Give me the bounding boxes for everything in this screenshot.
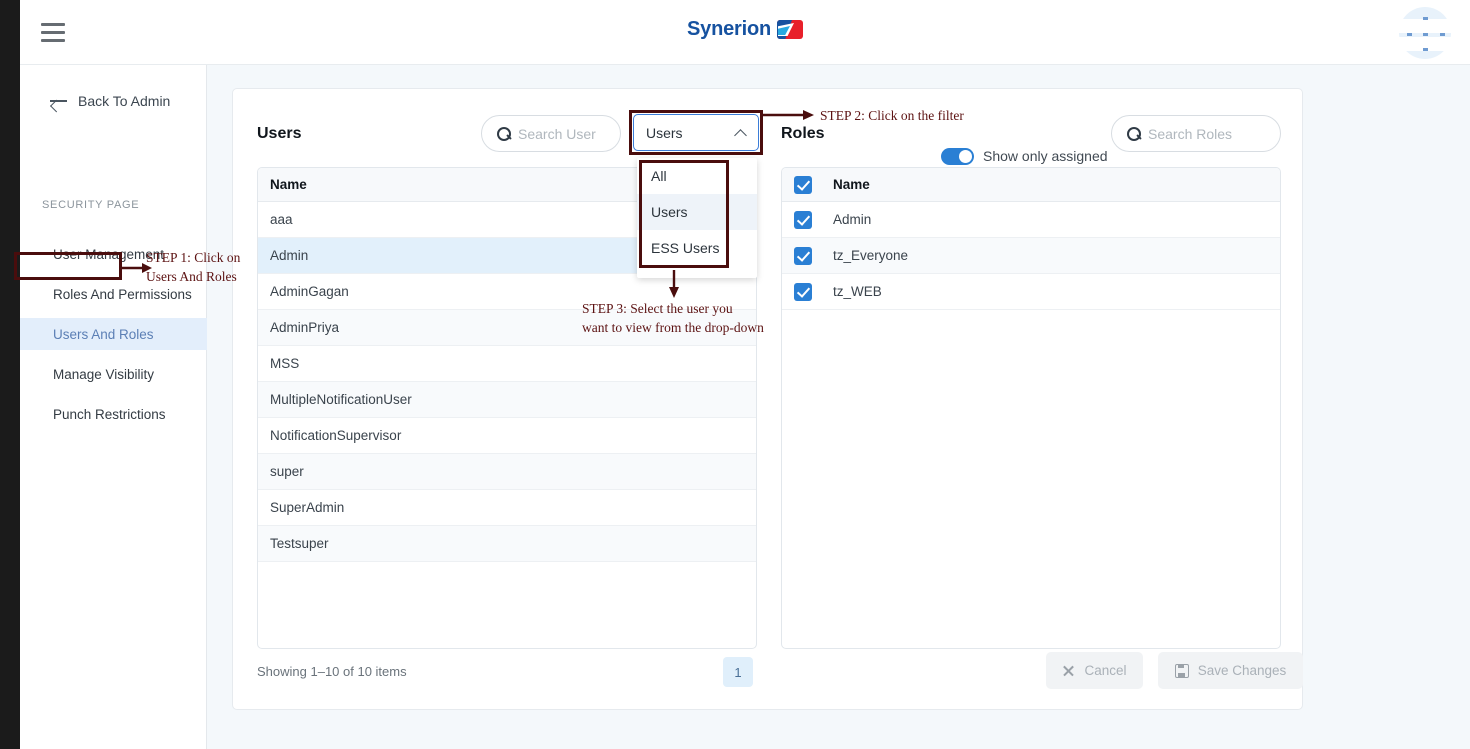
page-number: 1 — [734, 664, 742, 680]
filter-option-all[interactable]: All — [637, 158, 757, 194]
user-type-filter-select[interactable]: Users — [633, 114, 759, 151]
save-changes-button[interactable]: Save Changes — [1158, 652, 1303, 689]
roles-panel-title: Roles — [781, 125, 825, 142]
search-icon — [497, 126, 511, 141]
table-row[interactable]: tz_Everyone — [782, 238, 1280, 274]
filter-option-label: Users — [651, 204, 688, 220]
close-x-icon — [1062, 664, 1075, 677]
sidebar-item-manage-visibility[interactable]: Manage Visibility — [20, 358, 207, 390]
table-row[interactable]: NotificationSupervisor — [258, 418, 756, 454]
table-row[interactable]: super — [258, 454, 756, 490]
pagination-page-1[interactable]: 1 — [723, 657, 753, 687]
user-name: MSS — [270, 356, 300, 371]
filter-option-label: All — [651, 168, 667, 184]
role-checkbox[interactable] — [794, 282, 812, 301]
role-checkbox[interactable] — [794, 246, 812, 265]
sidebar-item-punch-restrictions[interactable]: Punch Restrictions — [20, 398, 207, 430]
back-to-admin-link[interactable]: Back To Admin — [20, 88, 207, 114]
role-checkbox[interactable] — [794, 210, 812, 229]
sidebar-item-label: Punch Restrictions — [53, 406, 166, 422]
table-row[interactable]: MSS — [258, 346, 756, 382]
roles-table: Name Admin tz_Everyone tz_WEB — [781, 167, 1281, 649]
brand-name: Synerion — [687, 18, 771, 40]
annotation-step-1: STEP 1: Click on Users And Roles — [146, 250, 241, 284]
table-row[interactable]: Admin — [782, 202, 1280, 238]
users-and-roles-card: Users Search User Name aaa Admin AdminGa… — [232, 88, 1303, 710]
roles-table-header: Name — [782, 168, 1280, 202]
arrow-left-icon — [50, 94, 68, 108]
sidebar-item-users-and-roles[interactable]: Users And Roles — [20, 318, 207, 350]
filter-option-label: ESS Users — [651, 240, 720, 256]
left-dark-rail — [0, 0, 20, 749]
select-all-roles-checkbox[interactable] — [794, 175, 812, 194]
back-to-admin-label: Back To Admin — [78, 93, 171, 109]
synerion-mark-icon — [776, 20, 803, 39]
sidebar-item-label: Users And Roles — [53, 326, 154, 342]
users-panel-title: Users — [257, 125, 302, 142]
showing-items-label: Showing 1–10 of 10 items — [257, 664, 407, 679]
user-name: AdminGagan — [270, 284, 349, 299]
save-changes-label: Save Changes — [1197, 663, 1287, 678]
top-bar: Synerion — [20, 0, 1470, 65]
annotation-step-3: STEP 3: Select the user you want to view… — [582, 301, 764, 335]
user-name: super — [270, 464, 304, 479]
sidebar-item-label: Manage Visibility — [53, 366, 155, 382]
filter-option-users[interactable]: Users — [637, 194, 757, 230]
brand-logo: Synerion — [20, 18, 1470, 41]
search-roles-placeholder: Search Roles — [1148, 125, 1233, 142]
filter-selected-value: Users — [646, 124, 683, 141]
filter-option-ess-users[interactable]: ESS Users — [637, 230, 757, 266]
cancel-button[interactable]: Cancel — [1046, 652, 1143, 689]
search-user-input[interactable]: Search User — [481, 115, 621, 152]
show-only-assigned-toggle[interactable] — [941, 148, 974, 165]
user-name: NotificationSupervisor — [270, 428, 402, 443]
search-user-placeholder: Search User — [518, 125, 596, 142]
table-row[interactable]: Testsuper — [258, 526, 756, 562]
user-name: aaa — [270, 212, 293, 227]
table-row[interactable]: SuperAdmin — [258, 490, 756, 526]
save-disk-icon — [1174, 663, 1189, 678]
user-name: Testsuper — [270, 536, 329, 551]
user-name: Admin — [270, 248, 309, 263]
annotation-step-2: STEP 2: Click on the filter — [820, 108, 964, 123]
search-roles-input[interactable]: Search Roles — [1111, 115, 1281, 152]
chevron-up-icon — [735, 127, 746, 138]
sidebar-item-label: Roles And Permissions — [53, 286, 192, 302]
roles-table-header-name: Name — [833, 177, 870, 192]
users-table-header-name: Name — [270, 177, 307, 192]
search-icon — [1127, 126, 1141, 141]
cancel-label: Cancel — [1084, 663, 1127, 678]
show-only-assigned-label: Show only assigned — [983, 148, 1108, 164]
sidebar-section-label: SECURITY PAGE — [42, 199, 140, 211]
table-row[interactable]: tz_WEB — [782, 274, 1280, 310]
user-avatar[interactable] — [1399, 7, 1451, 59]
role-name: tz_Everyone — [833, 248, 909, 263]
table-row[interactable]: MultipleNotificationUser — [258, 382, 756, 418]
user-name: MultipleNotificationUser — [270, 392, 412, 407]
role-name: tz_WEB — [833, 284, 882, 299]
content-area: Users Search User Name aaa Admin AdminGa… — [207, 65, 1470, 749]
sidebar: Back To Admin SECURITY PAGE User Managem… — [20, 65, 207, 749]
user-type-filter-menu[interactable]: All Users ESS Users — [637, 158, 757, 278]
user-name: SuperAdmin — [270, 500, 345, 515]
role-name: Admin — [833, 212, 872, 227]
user-name: AdminPriya — [270, 320, 340, 335]
